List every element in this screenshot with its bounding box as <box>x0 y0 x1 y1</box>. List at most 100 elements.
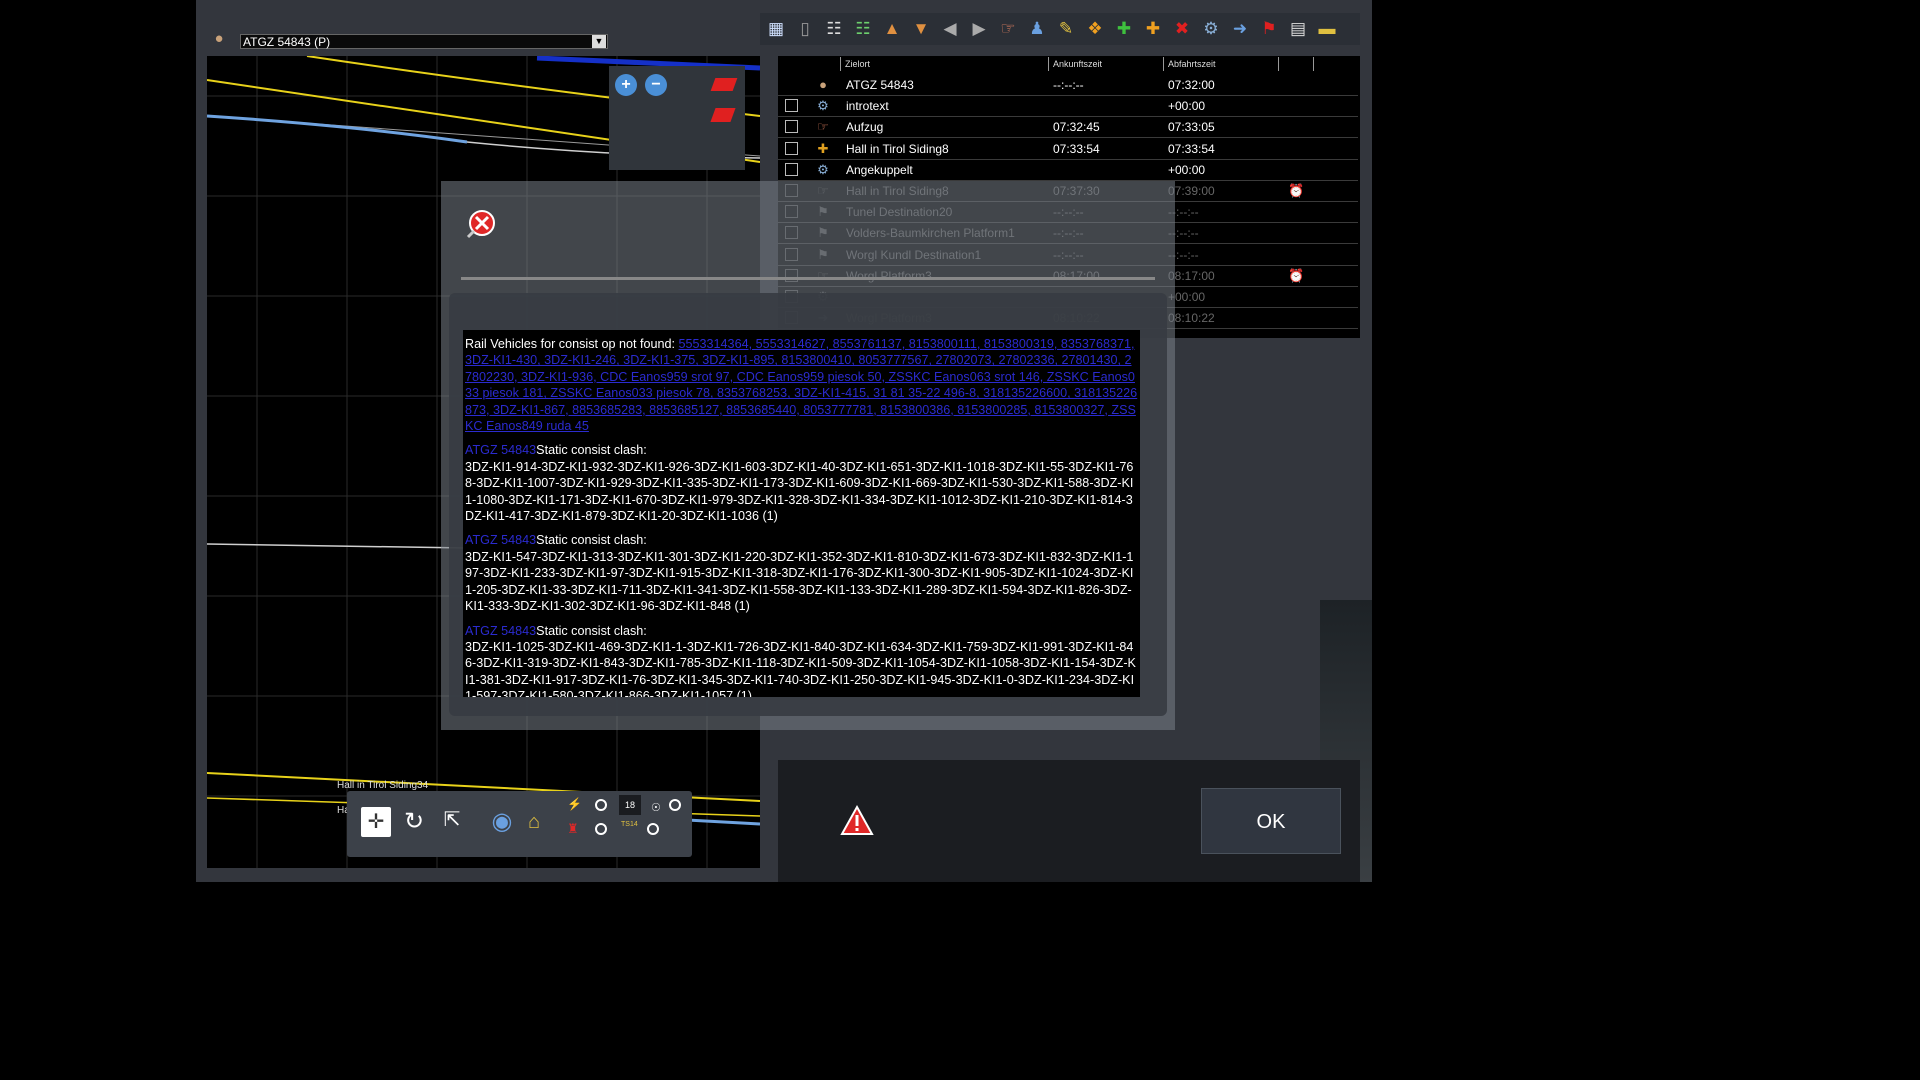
instruction-edit-icon[interactable]: ✎ <box>1054 17 1078 41</box>
resize-icon[interactable]: ⇱ <box>437 805 467 835</box>
row-destination: Angekuppelt <box>846 162 913 177</box>
clash-label: Static consist clash: <box>536 443 647 458</box>
not-found-paragraph: Rail Vehicles for consist op not found: … <box>465 336 1138 434</box>
error-message-box: Rail Vehicles for consist op not found: … <box>463 330 1140 697</box>
radio-option[interactable] <box>595 823 607 835</box>
row-arrival: --:--:-- <box>1053 78 1084 92</box>
pickup-hand-icon: ☞ <box>817 119 829 135</box>
passengers-icon[interactable]: ♟ <box>1025 17 1049 41</box>
clash-label: Static consist clash: <box>536 533 647 548</box>
settings-icon: ⚙ <box>817 161 829 177</box>
clash-detail: 3DZ-KI1-914-3DZ-KI1-932-3DZ-KI1-926-3DZ-… <box>465 459 1134 524</box>
instruction-row[interactable]: ✚ Hall in Tirol Siding8 07:33:54 07:33:54 <box>778 139 1358 160</box>
pickup-icon[interactable]: ☞ <box>996 17 1020 41</box>
settings-icon: ⚙ <box>817 98 829 114</box>
lock-icon[interactable]: ☉ <box>651 801 661 814</box>
display-icon[interactable]: ▤ <box>1286 17 1310 41</box>
divider <box>461 277 1155 280</box>
close-icon <box>466 210 495 239</box>
flag-icon[interactable]: ⚑ <box>1257 17 1281 41</box>
zoom-in-icon[interactable]: + <box>615 74 637 96</box>
radio-option[interactable] <box>595 799 607 811</box>
clash-paragraph: ATGZ 54843Static consist clash: 3DZ-KI1-9… <box>465 442 1138 524</box>
alarm-clock-icon[interactable]: ⏰ <box>1288 183 1304 199</box>
train-icon[interactable]: ♜ <box>567 821 585 839</box>
chevron-down-icon[interactable]: ▼ <box>592 35 606 48</box>
move-arrows-icon: ✚ <box>817 140 829 156</box>
row-checkbox[interactable] <box>785 120 798 134</box>
row-destination: introtext <box>846 99 889 114</box>
delete-red-icon[interactable]: ✖ <box>1170 17 1194 41</box>
signal-icon[interactable]: ⚡ <box>567 797 585 815</box>
consist-value: ATGZ 54843 (P) <box>243 35 331 49</box>
zoom-panel: + − <box>609 66 745 170</box>
instruction-row[interactable]: ⚙ Angekuppelt +00:00 <box>778 160 1358 181</box>
row-checkbox[interactable] <box>785 162 798 176</box>
goto-icon[interactable]: ➜ <box>1228 17 1252 41</box>
clash-label: Static consist clash: <box>536 623 647 638</box>
home-icon[interactable]: ⌂ <box>519 807 549 837</box>
driver-icon: ● <box>214 30 224 47</box>
warning-icon <box>840 804 874 838</box>
driver-icon: ● <box>819 77 827 92</box>
row-arrival: 07:32:45 <box>1053 120 1100 135</box>
consist-link[interactable]: ATGZ 54843 <box>465 624 536 638</box>
fit-view-icon[interactable]: ✛ <box>361 807 391 837</box>
row-destination: Aufzug <box>846 120 884 135</box>
radio-option[interactable] <box>647 823 659 835</box>
clash-detail: 3DZ-KI1-1025-3DZ-KI1-469-3DZ-KI1-1-3DZ-K… <box>465 639 1136 697</box>
edit-track-icon[interactable] <box>710 108 736 122</box>
instruction-row[interactable]: ☞ Aufzug 07:32:45 07:33:05 <box>778 117 1358 139</box>
not-found-label: Rail Vehicles for consist op not found: <box>465 337 676 351</box>
consist-link[interactable]: ATGZ 54843 <box>465 443 536 457</box>
settings-icon[interactable]: ⚙ <box>1199 17 1223 41</box>
column-header-destination[interactable]: Zielort <box>840 57 1048 71</box>
instruction-row[interactable]: ⚙ introtext +00:00 <box>778 96 1358 118</box>
move-down-icon[interactable]: ▼ <box>909 17 933 41</box>
clash-detail: 3DZ-KI1-547-3DZ-KI1-313-3DZ-KI1-301-3DZ-… <box>465 549 1134 614</box>
insert-left-icon[interactable]: ◀ <box>938 17 962 41</box>
column-header-blank <box>1278 57 1313 71</box>
row-departure: 07:39:00 <box>1168 184 1215 198</box>
row-destination: Hall in Tirol Siding8 <box>846 141 949 156</box>
carriage-icon[interactable]: ▬ <box>1315 17 1339 41</box>
globe-icon[interactable]: ◉ <box>487 807 517 837</box>
ok-button[interactable]: OK <box>1201 788 1341 854</box>
row-departure: +00:00 <box>1168 162 1206 177</box>
row-arrival: 07:33:54 <box>1053 141 1100 156</box>
row-departure: 07:33:54 <box>1168 141 1215 156</box>
consist-link[interactable]: ATGZ 54843 <box>465 533 536 547</box>
delete-icon[interactable]: ▯ <box>793 17 817 41</box>
refresh-icon[interactable]: ↻ <box>399 807 429 837</box>
add-orange-icon[interactable]: ✚ <box>1141 17 1165 41</box>
map-label: Hall in Tirol Siding34 <box>337 780 429 791</box>
row-checkbox[interactable] <box>785 99 798 113</box>
row-departure: +00:00 <box>1168 99 1206 114</box>
add-green-icon[interactable]: ✚ <box>1112 17 1136 41</box>
map-tools-panel: ✛ ↻ ⇱ ◉ ⌂ ⚡ 18 ☉ ♜ TS14 <box>347 791 692 857</box>
zoom-out-icon[interactable]: − <box>645 74 667 96</box>
eraser-icon[interactable] <box>710 78 738 91</box>
row-departure: 07:32:00 <box>1168 78 1215 92</box>
insert-right-icon[interactable]: ▶ <box>967 17 991 41</box>
column-header-blank <box>1313 57 1358 71</box>
save-icon[interactable]: ▦ <box>764 17 788 41</box>
row-checkbox[interactable] <box>785 141 798 155</box>
grid-large-icon[interactable]: ☷ <box>851 17 875 41</box>
close-button[interactable] <box>466 207 498 239</box>
counter-value: 18 <box>619 795 641 815</box>
grid-small-icon[interactable]: ☷ <box>822 17 846 41</box>
column-header-departure[interactable]: Abfahrtszeit <box>1163 57 1278 71</box>
move-up-icon[interactable]: ▲ <box>880 17 904 41</box>
alarm-clock-icon[interactable]: ⏰ <box>1288 268 1304 284</box>
clash-paragraph: ATGZ 54843Static consist clash: 3DZ-KI1-1… <box>465 623 1138 698</box>
couple-icon[interactable]: ❖ <box>1083 17 1107 41</box>
row-destination: ATGZ 54843 <box>846 78 914 92</box>
consist-dropdown[interactable]: ATGZ 54843 (P) ▼ <box>240 34 608 49</box>
column-header-arrival[interactable]: Ankunftszeit <box>1048 57 1163 71</box>
instruction-row[interactable]: ● ATGZ 54843 --:--:-- 07:32:00 <box>778 75 1358 96</box>
radio-option[interactable] <box>669 799 681 811</box>
row-departure: 08:17:00 <box>1168 268 1215 283</box>
ts-badge: TS14 <box>621 821 638 828</box>
not-found-list-link[interactable]: 5553314364, 5553314627, 8553761137, 8153… <box>465 337 1137 433</box>
